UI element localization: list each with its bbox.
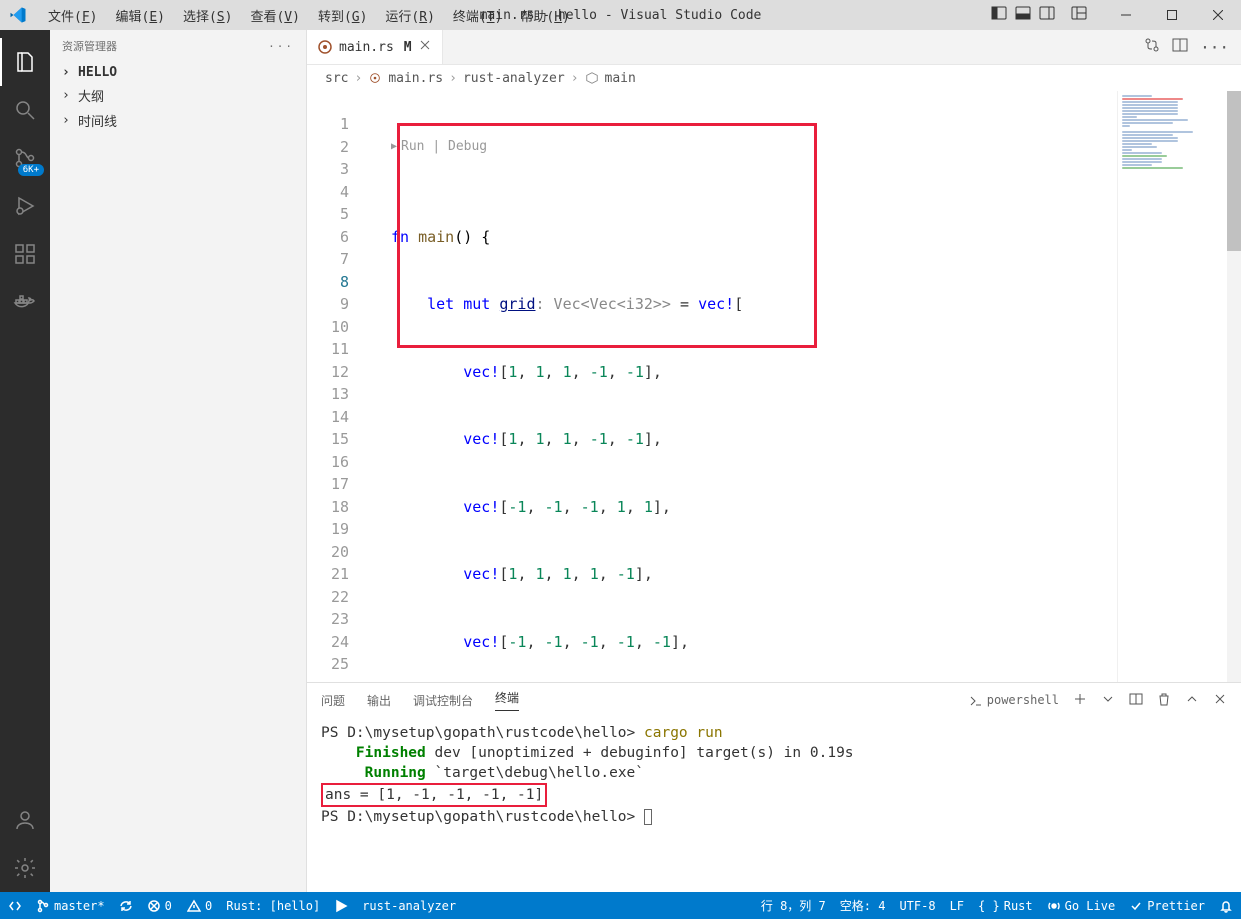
sidebar-item-outline[interactable]: ›大纲 [50,83,306,108]
kill-terminal-icon[interactable] [1157,692,1171,709]
status-rust-analyzer[interactable]: rust-analyzer [362,899,456,913]
sidebar-item-timeline[interactable]: ›时间线 [50,108,306,133]
menu-file[interactable]: 文件(F) [40,2,105,29]
split-terminal-icon[interactable] [1129,692,1143,709]
sidebar-item-hello[interactable]: ›HELLO [50,62,306,83]
minimap[interactable] [1117,91,1227,682]
window-close-button[interactable] [1195,0,1241,30]
layout-customize-icon[interactable] [1071,5,1087,25]
maximize-panel-icon[interactable] [1185,692,1199,709]
panel-tab-debug[interactable]: 调试控制台 [413,692,473,709]
menu-help[interactable]: 帮助(H) [512,2,577,29]
status-eol[interactable]: LF [950,899,964,913]
status-notifications-icon[interactable] [1219,899,1233,913]
split-editor-icon[interactable] [1172,37,1188,57]
terminal-dropdown-icon[interactable] [1101,692,1115,709]
activity-explorer-icon[interactable] [0,38,50,86]
breadcrumb[interactable]: src› main.rs› rust-analyzer› main [307,65,1241,91]
menu-view[interactable]: 查看(V) [242,2,307,29]
activity-extensions-icon[interactable] [0,230,50,278]
activity-docker-icon[interactable] [0,278,50,326]
close-panel-icon[interactable] [1213,692,1227,709]
code-editor[interactable]: ▶Run | Debug fn main() { let mut grid: V… [367,91,1117,682]
status-sync-icon[interactable] [119,899,133,913]
new-terminal-icon[interactable] [1073,692,1087,709]
terminal[interactable]: PS D:\mysetup\gopath\rustcode\hello> car… [307,717,1241,892]
layout-right-icon[interactable] [1039,5,1055,25]
window-minimize-button[interactable] [1103,0,1149,30]
menu-term[interactable]: 终端(T) [445,2,510,29]
status-remote-icon[interactable] [8,899,22,913]
status-rust-project[interactable]: Rust: [hello] [226,899,320,913]
activity-search-icon[interactable] [0,86,50,134]
status-branch[interactable]: master* [36,899,105,913]
compare-changes-icon[interactable] [1144,37,1160,57]
status-encoding[interactable]: UTF-8 [899,899,935,913]
tab-modified-indicator: M [404,40,412,55]
status-go-live[interactable]: Go Live [1047,899,1116,913]
sidebar-more-icon[interactable]: ··· [268,40,294,53]
activity-scm-icon[interactable]: 6K+ [0,134,50,182]
scm-badge: 6K+ [18,164,44,176]
title-bar: 文件(F) 编辑(E) 选择(S) 查看(V) 转到(G) 运行(R) 终端(T… [0,0,1241,30]
activity-debug-icon[interactable] [0,182,50,230]
highlight-box-2: ans = [1, -1, -1, -1, -1] [321,783,547,807]
status-indent[interactable]: 空格: 4 [840,897,886,914]
status-run-icon[interactable] [334,899,348,913]
status-bar: master* 0 0 Rust: [hello] rust-analyzer … [0,892,1241,919]
activity-account-icon[interactable] [0,796,50,844]
codelens-run-debug[interactable]: ▶Run | Debug [367,136,1117,158]
window-maximize-button[interactable] [1149,0,1195,30]
activity-bar: 6K+ [0,30,50,892]
sidebar-explorer: 资源管理器 ··· ›HELLO ›大纲 ›时间线 [50,30,307,892]
editor-scrollbar[interactable] [1227,91,1241,682]
menu-go[interactable]: 转到(G) [310,2,375,29]
panel-tab-output[interactable]: 输出 [367,692,391,709]
menu-run[interactable]: 运行(R) [377,2,442,29]
layout-left-icon[interactable] [991,5,1007,25]
panel-tab-terminal[interactable]: 终端 [495,689,519,711]
more-actions-icon[interactable]: ··· [1200,38,1229,57]
bottom-panel: 问题 输出 调试控制台 终端 powershell PS D:\mysetup\… [307,682,1241,892]
tab-close-icon[interactable] [418,38,432,56]
rust-file-icon [317,39,333,55]
status-problems[interactable]: 0 0 [147,899,213,913]
sidebar-title: 资源管理器 [62,38,117,54]
menu-select[interactable]: 选择(S) [175,2,240,29]
rust-file-icon [368,71,382,85]
status-cursor-pos[interactable]: 行 8，列 7 [761,897,826,914]
activity-settings-icon[interactable] [0,844,50,892]
status-language[interactable]: { } Rust [978,899,1033,913]
line-gutter: 1234567891011121314151617181920212223242… [307,91,367,682]
tab-label: main.rs [339,40,394,55]
panel-tab-problems[interactable]: 问题 [321,692,345,709]
layout-bottom-icon[interactable] [1015,5,1031,25]
vscode-logo-icon [0,6,36,24]
cursor-icon [644,809,652,825]
menu-bar: 文件(F) 编辑(E) 选择(S) 查看(V) 转到(G) 运行(R) 终端(T… [40,2,578,29]
editor-group: main.rs M ··· src› main.rs› rust-analyze… [307,30,1241,892]
terminal-profile-dropdown[interactable]: powershell [969,693,1059,707]
symbol-icon [585,71,599,85]
tabs-row: main.rs M ··· [307,30,1241,65]
tab-main-rs[interactable]: main.rs M [307,30,443,64]
menu-edit[interactable]: 编辑(E) [107,2,172,29]
status-prettier[interactable]: Prettier [1129,899,1205,913]
